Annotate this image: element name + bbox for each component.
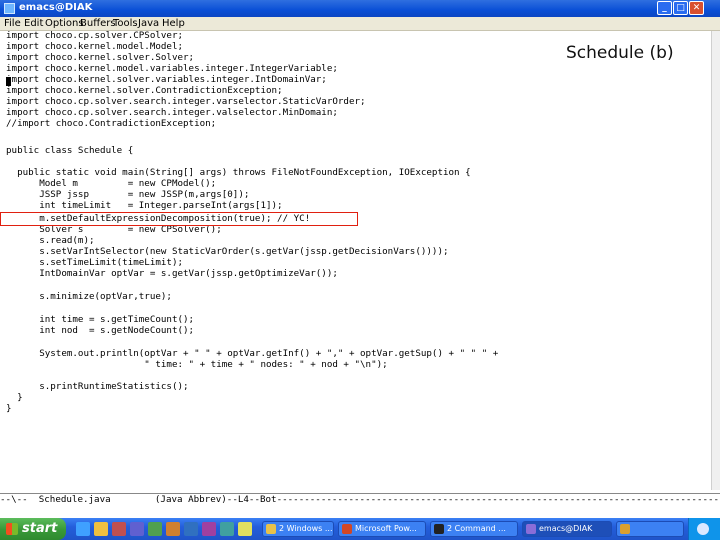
quicklaunch-app-icon[interactable]	[202, 522, 216, 536]
folder-icon	[266, 524, 276, 534]
code-line: }	[6, 392, 23, 403]
code-line: Solver s = new CPSolver();	[6, 224, 222, 235]
code-line: import choco.cp.solver.CPSolver;	[6, 30, 184, 41]
taskbar-item-emacs[interactable]: emacs@DIAK	[522, 521, 612, 537]
emacs-icon	[526, 524, 536, 534]
code-line: int nod = s.getNodeCount();	[6, 325, 195, 336]
app-icon	[620, 524, 630, 534]
emacs-app-icon	[4, 3, 15, 14]
code-line: import choco.kernel.solver.Contradiction…	[6, 85, 283, 96]
start-label: start	[22, 521, 58, 536]
tray-icon[interactable]	[697, 523, 709, 535]
taskbar: start 2 Windows ... Microsoft Pow... 2 C…	[0, 518, 720, 540]
vertical-scrollbar[interactable]	[711, 31, 720, 490]
windows-logo-icon	[6, 523, 18, 535]
code-line: import choco.kernel.model.Model;	[6, 41, 184, 52]
code-line: import choco.cp.solver.search.integer.va…	[6, 96, 366, 107]
code-line: import choco.cp.solver.search.integer.va…	[6, 107, 338, 118]
menu-edit[interactable]: Edit	[24, 18, 43, 29]
text-cursor	[6, 77, 11, 86]
quicklaunch-app-icon[interactable]	[130, 522, 144, 536]
code-line: import choco.kernel.solver.Solver;	[6, 52, 195, 63]
code-line: import choco.kernel.model.variables.inte…	[6, 63, 338, 74]
command-prompt-icon	[434, 524, 444, 534]
taskbar-item-windows[interactable]: 2 Windows ...	[262, 521, 334, 537]
code-line: public class Schedule {	[6, 145, 134, 156]
taskbar-item-powerpoint[interactable]: Microsoft Pow...	[338, 521, 426, 537]
task-label: 2 Command ...	[447, 524, 506, 533]
task-label: Microsoft Pow...	[355, 524, 417, 533]
taskbar-item-app[interactable]	[616, 521, 684, 537]
quicklaunch-app-icon[interactable]	[238, 522, 252, 536]
quicklaunch-app-icon[interactable]	[220, 522, 234, 536]
code-line: public static void main(String[] args) t…	[6, 167, 471, 178]
menu-options[interactable]: Options	[45, 18, 84, 29]
quicklaunch-app-icon[interactable]	[166, 522, 180, 536]
powerpoint-icon	[342, 524, 352, 534]
quicklaunch-folder-icon[interactable]	[94, 522, 108, 536]
highlight-box	[0, 212, 358, 226]
menu-help[interactable]: Help	[162, 18, 185, 29]
quicklaunch-app-icon[interactable]	[148, 522, 162, 536]
code-line: Model m = new CPModel();	[6, 178, 217, 189]
minimize-button[interactable]: _	[657, 1, 672, 15]
code-line: s.read(m);	[6, 235, 95, 246]
code-line: //import choco.ContradictionException;	[6, 118, 217, 129]
quicklaunch-app-icon[interactable]	[112, 522, 126, 536]
menu-file[interactable]: File	[4, 18, 21, 29]
quicklaunch-ie-icon[interactable]	[76, 522, 90, 536]
code-line: JSSP jssp = new JSSP(m,args[0]);	[6, 189, 250, 200]
task-label: emacs@DIAK	[539, 524, 593, 533]
code-line: System.out.println(optVar + " " + optVar…	[6, 348, 499, 359]
start-button[interactable]: start	[0, 518, 66, 540]
code-line: s.minimize(optVar,true);	[6, 291, 172, 302]
minibuffer[interactable]	[0, 504, 720, 516]
window-title: emacs@DIAK	[19, 2, 93, 13]
task-label: 2 Windows ...	[279, 524, 333, 533]
close-button[interactable]: ✕	[689, 1, 704, 15]
code-line: int time = s.getTimeCount();	[6, 314, 195, 325]
maximize-button[interactable]: □	[673, 1, 688, 15]
system-tray	[688, 518, 720, 540]
menu-buffers[interactable]: Buffers	[80, 18, 116, 29]
code-line: }	[6, 403, 12, 414]
code-line: " time: " + time + " nodes: " + nod + "\…	[6, 359, 388, 370]
quicklaunch-app-icon[interactable]	[184, 522, 198, 536]
menu-java[interactable]: Java	[138, 18, 159, 29]
code-line: IntDomainVar optVar = s.getVar(jssp.getO…	[6, 268, 338, 279]
code-line: s.setTimeLimit(timeLimit);	[6, 257, 184, 268]
code-line: s.setVarIntSelector(new StaticVarOrder(s…	[6, 246, 449, 257]
taskbar-item-command[interactable]: 2 Command ...	[430, 521, 518, 537]
code-editor[interactable]: import choco.cp.solver.CPSolver; import …	[0, 31, 716, 490]
code-line: import choco.kernel.solver.variables.int…	[6, 74, 327, 85]
slide-caption: Schedule (b)	[566, 43, 674, 63]
menu-bar: File Edit Options Buffers Tools Java Hel…	[0, 17, 720, 31]
code-line: s.printRuntimeStatistics();	[6, 381, 189, 392]
window-titlebar: emacs@DIAK _ □ ✕	[0, 0, 720, 17]
code-line: int timeLimit = Integer.parseInt(args[1]…	[6, 200, 283, 211]
menu-tools[interactable]: Tools	[113, 18, 138, 29]
